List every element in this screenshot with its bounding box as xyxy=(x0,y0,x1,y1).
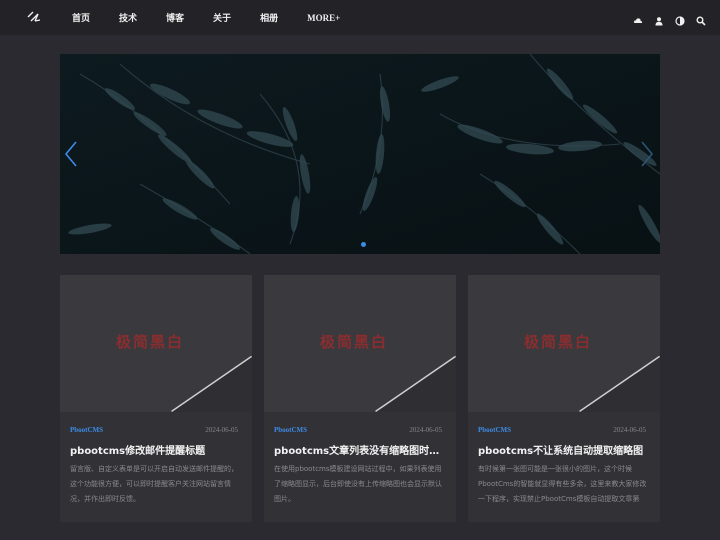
nav-item-album[interactable]: 相册 xyxy=(260,11,278,24)
article-date: 2024-06-05 xyxy=(409,426,442,434)
hero-slider[interactable] xyxy=(60,54,660,254)
thumbnail-watermark: 极简黑白 xyxy=(320,333,389,351)
article-thumbnail[interactable]: 极简黑白 xyxy=(60,275,252,412)
nav-item-more[interactable]: MORE+ xyxy=(307,13,340,23)
article-thumbnail[interactable]: 极简黑白 xyxy=(468,275,660,412)
article-date: 2024-06-05 xyxy=(613,426,646,434)
nav-item-blog[interactable]: 博客 xyxy=(166,11,184,24)
search-icon[interactable] xyxy=(696,11,706,26)
article-title[interactable]: pbootcms不让系统自动提取缩略图 xyxy=(478,442,650,457)
nav-item-tech[interactable]: 技术 xyxy=(119,11,137,24)
article-title[interactable]: pbootcms文章列表没有缩略图时也不... xyxy=(274,442,446,457)
fern-banner-image xyxy=(60,54,660,254)
article-excerpt: 有时候第一张图可能是一张很小的图片，这个时候PbootCms的智能就显得有些多余… xyxy=(478,465,647,503)
user-icon[interactable] xyxy=(654,11,664,26)
article-thumbnail[interactable]: 极简黑白 xyxy=(264,275,456,412)
top-navbar: 首页 技术 博客 关于 相册 MORE+ xyxy=(0,0,720,35)
slider-next-arrow-icon[interactable] xyxy=(640,140,654,168)
article-excerpt: 留言版、自定义表单是可以开启自动发送邮件提醒的，这个功能很方便，可以即时提醒客户… xyxy=(70,465,238,503)
article-card[interactable]: 极简黑白 PbootCMS 2024-06-05 pbootcms修改邮件提醒标… xyxy=(60,275,252,522)
main-nav: 首页 技术 博客 关于 相册 MORE+ xyxy=(72,0,369,35)
article-date: 2024-06-05 xyxy=(205,426,238,434)
article-title[interactable]: pbootcms修改邮件提醒标题 xyxy=(70,442,242,457)
article-card[interactable]: 极简黑白 PbootCMS 2024-06-05 pbootcms文章列表没有缩… xyxy=(264,275,456,522)
site-logo-icon[interactable] xyxy=(26,9,42,25)
article-category[interactable]: PbootCMS xyxy=(274,426,307,434)
slider-pagination-dot[interactable] xyxy=(361,242,366,247)
nav-item-home[interactable]: 首页 xyxy=(72,11,90,24)
cloud-user-icon[interactable] xyxy=(633,11,643,23)
header-tools xyxy=(633,11,706,26)
slider-prev-arrow-icon[interactable] xyxy=(64,140,78,168)
thumbnail-watermark: 极简黑白 xyxy=(524,333,593,351)
article-category[interactable]: PbootCMS xyxy=(70,426,103,434)
article-card[interactable]: 极简黑白 PbootCMS 2024-06-05 pbootcms不让系统自动提… xyxy=(468,275,660,522)
article-category[interactable]: PbootCMS xyxy=(478,426,511,434)
theme-toggle-icon[interactable] xyxy=(675,11,685,26)
thumbnail-watermark: 极简黑白 xyxy=(116,333,185,351)
article-excerpt: 在使用pbootcms模板建设网站过程中，如果列表使用了缩略图显示，后台即使没有… xyxy=(274,465,442,503)
nav-item-about[interactable]: 关于 xyxy=(213,11,231,24)
